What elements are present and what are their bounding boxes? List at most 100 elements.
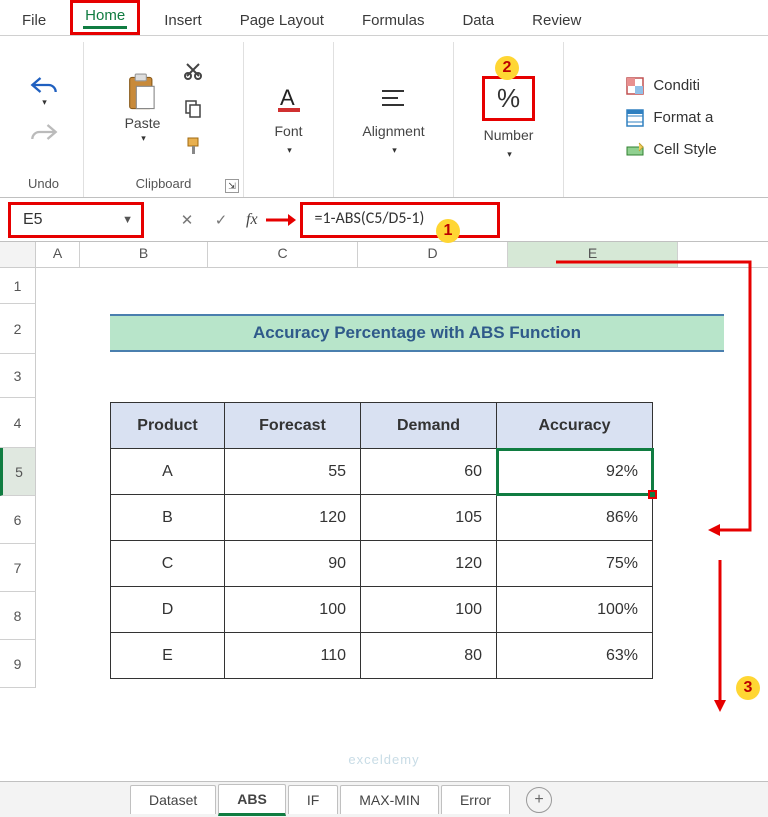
th-accuracy[interactable]: Accuracy bbox=[497, 403, 653, 449]
menu-tab-bar: File Home Insert Page Layout Formulas Da… bbox=[0, 0, 768, 36]
cell-b6[interactable]: B bbox=[111, 495, 225, 541]
callout-2: 2 bbox=[495, 56, 519, 80]
accept-formula-button[interactable]: ✓ bbox=[208, 207, 234, 233]
column-header-row: A B C D E bbox=[0, 242, 768, 268]
formula-input[interactable]: =1-ABS(C5/D5-1) bbox=[300, 202, 500, 238]
col-header-a[interactable]: A bbox=[36, 242, 80, 267]
sheet-tab-maxmin[interactable]: MAX-MIN bbox=[340, 785, 439, 814]
col-header-c[interactable]: C bbox=[208, 242, 358, 267]
cell-b5[interactable]: A bbox=[111, 449, 225, 495]
group-clipboard: Paste ▾ Clipboard ⇲ bbox=[84, 42, 244, 197]
cell-d7[interactable]: 120 bbox=[361, 541, 497, 587]
tab-page-layout[interactable]: Page Layout bbox=[226, 6, 338, 35]
cell-b9[interactable]: E bbox=[111, 633, 225, 679]
table-row: C 90 120 75% bbox=[111, 541, 653, 587]
arrow-to-formula-icon bbox=[266, 210, 296, 230]
cell-e7[interactable]: 75% bbox=[497, 541, 653, 587]
format-painter-button[interactable] bbox=[177, 132, 209, 160]
svg-text:A: A bbox=[280, 85, 295, 110]
col-header-b[interactable]: B bbox=[80, 242, 208, 267]
cell-b8[interactable]: D bbox=[111, 587, 225, 633]
cell-c5[interactable]: 55 bbox=[225, 449, 361, 495]
sheet-tab-abs[interactable]: ABS bbox=[218, 784, 286, 816]
cell-e6[interactable]: 86% bbox=[497, 495, 653, 541]
tab-formulas[interactable]: Formulas bbox=[348, 6, 439, 35]
undo-button[interactable]: ▾ bbox=[24, 71, 64, 112]
chevron-down-icon[interactable]: ▼ bbox=[122, 214, 133, 226]
cell-d8[interactable]: 100 bbox=[361, 587, 497, 633]
cell-e5-value: 92% bbox=[606, 463, 638, 480]
cell-c7[interactable]: 90 bbox=[225, 541, 361, 587]
table-header-row: Product Forecast Demand Accuracy bbox=[111, 403, 653, 449]
select-all-corner[interactable] bbox=[0, 242, 36, 267]
cut-button[interactable] bbox=[177, 56, 209, 84]
group-styles: Conditi Format a Cell Style bbox=[564, 42, 764, 197]
add-sheet-button[interactable]: + bbox=[526, 787, 552, 813]
cell-d9[interactable]: 80 bbox=[361, 633, 497, 679]
conditional-formatting-button[interactable]: Conditi bbox=[625, 76, 700, 96]
row-header-5[interactable]: 5 bbox=[0, 448, 36, 496]
fx-icon[interactable]: fx bbox=[242, 211, 262, 229]
col-header-d[interactable]: D bbox=[358, 242, 508, 267]
row-header-9[interactable]: 9 bbox=[0, 640, 36, 688]
percent-style-button[interactable]: % bbox=[482, 76, 535, 121]
row-header-6[interactable]: 6 bbox=[0, 496, 36, 544]
cell-d6[interactable]: 105 bbox=[361, 495, 497, 541]
fill-handle[interactable] bbox=[648, 490, 657, 499]
tab-file[interactable]: File bbox=[8, 6, 60, 35]
row-header-8[interactable]: 8 bbox=[0, 592, 36, 640]
cell-styles-button[interactable]: Cell Style bbox=[625, 140, 716, 160]
row-header-col: 1 2 3 4 5 6 7 8 9 bbox=[0, 268, 36, 688]
row-header-4[interactable]: 4 bbox=[0, 398, 36, 448]
cell-c9[interactable]: 110 bbox=[225, 633, 361, 679]
tab-home[interactable]: Home bbox=[83, 5, 127, 29]
group-undo: ▾ Undo bbox=[4, 42, 84, 197]
name-box[interactable]: E5 ▼ bbox=[8, 202, 144, 238]
copy-button[interactable] bbox=[177, 94, 209, 122]
paste-button[interactable]: Paste ▾ bbox=[119, 69, 167, 148]
sheet-tab-error[interactable]: Error bbox=[441, 785, 510, 814]
th-demand[interactable]: Demand bbox=[361, 403, 497, 449]
conditional-label: Conditi bbox=[653, 77, 700, 94]
th-forecast[interactable]: Forecast bbox=[225, 403, 361, 449]
callout-3: 3 bbox=[736, 676, 760, 700]
paste-label: Paste bbox=[125, 115, 161, 131]
font-button[interactable]: A bbox=[268, 79, 310, 117]
table-row: B 120 105 86% bbox=[111, 495, 653, 541]
cell-b7[interactable]: C bbox=[111, 541, 225, 587]
row-header-1[interactable]: 1 bbox=[0, 268, 36, 304]
cell-e8[interactable]: 100% bbox=[497, 587, 653, 633]
sheet-tab-if[interactable]: IF bbox=[288, 785, 338, 814]
redo-button[interactable] bbox=[24, 118, 64, 146]
sheet-tab-dataset[interactable]: Dataset bbox=[130, 785, 216, 814]
row-header-7[interactable]: 7 bbox=[0, 544, 36, 592]
sheet-tab-bar: Dataset ABS IF MAX-MIN Error + bbox=[0, 781, 768, 817]
cancel-formula-button[interactable]: ✕ bbox=[174, 207, 200, 233]
tab-data[interactable]: Data bbox=[448, 6, 508, 35]
th-product[interactable]: Product bbox=[111, 403, 225, 449]
ribbon: ▾ Undo Paste ▾ Clipboard ⇲ bbox=[0, 36, 768, 198]
clipboard-dialog-launcher[interactable]: ⇲ bbox=[225, 179, 239, 193]
cell-d5[interactable]: 60 bbox=[361, 449, 497, 495]
format-as-table-button[interactable]: Format a bbox=[625, 108, 713, 128]
highlight-home: Home bbox=[70, 0, 140, 35]
watermark: exceldemy bbox=[348, 752, 419, 767]
tab-insert[interactable]: Insert bbox=[150, 6, 216, 35]
alignment-button[interactable] bbox=[372, 79, 414, 117]
cells-area[interactable]: Accuracy Percentage with ABS Function Pr… bbox=[36, 268, 768, 688]
cell-c8[interactable]: 100 bbox=[225, 587, 361, 633]
row-header-3[interactable]: 3 bbox=[0, 354, 36, 398]
cell-e5[interactable]: 92% bbox=[497, 449, 653, 495]
formula-bar: E5 ▼ ✕ ✓ fx =1-ABS(C5/D5-1) bbox=[0, 198, 768, 242]
group-clipboard-label: Clipboard bbox=[136, 176, 192, 191]
format-as-label: Format a bbox=[653, 109, 713, 126]
cell-styles-label: Cell Style bbox=[653, 141, 716, 158]
cell-c6[interactable]: 120 bbox=[225, 495, 361, 541]
grid-body: 1 2 3 4 5 6 7 8 9 Accuracy Percentage wi… bbox=[0, 268, 768, 688]
tab-review[interactable]: Review bbox=[518, 6, 595, 35]
col-header-e[interactable]: E bbox=[508, 242, 678, 267]
row-header-2[interactable]: 2 bbox=[0, 304, 36, 354]
group-undo-label: Undo bbox=[28, 176, 59, 191]
group-font: A Font ▾ bbox=[244, 42, 334, 197]
cell-e9[interactable]: 63% bbox=[497, 633, 653, 679]
